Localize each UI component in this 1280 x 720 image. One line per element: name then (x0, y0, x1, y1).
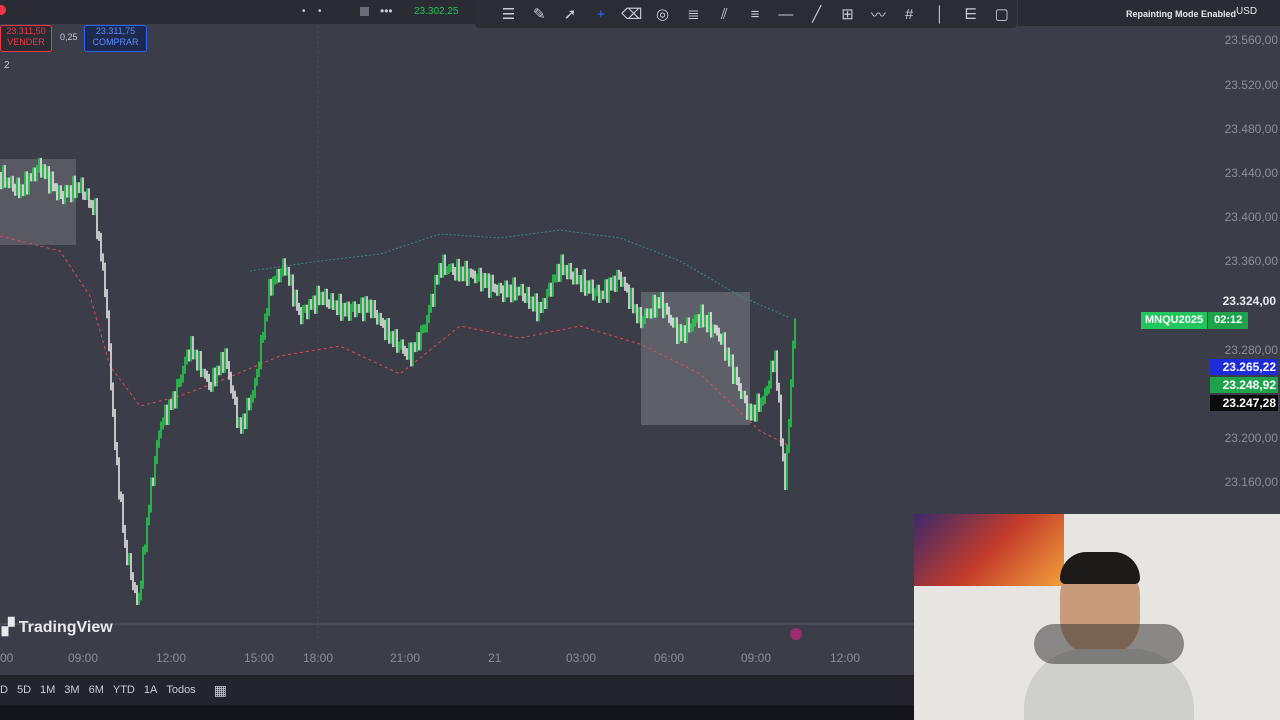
more-icon[interactable]: ••• (380, 4, 393, 18)
dot-menu-1[interactable]: • (302, 6, 306, 17)
time-tick: 12:00 (830, 651, 861, 665)
drawing-toolbar: ☰ ✎ ➚ + ⌫ ◎ ≣ ⫽ ≡ — ╱ ⊞ 〰 # │ ⋿ ▢ (475, 0, 1017, 28)
range-6m[interactable]: 6M (89, 684, 104, 696)
time-tick: 21 (488, 651, 502, 665)
lines-icon[interactable]: ≡ (740, 0, 771, 28)
bottom-strip (0, 705, 914, 720)
time-tick: 18:00 (303, 651, 334, 665)
price-tick: 23.440,00 (1224, 166, 1278, 180)
watermark-text: TradingView (18, 619, 113, 636)
range-1a[interactable]: 1A (144, 684, 157, 696)
live-price: 23.302,25 (414, 6, 459, 17)
time-tick: 00 (0, 651, 14, 665)
fan-icon[interactable]: ⋿ (955, 0, 986, 28)
square-icon[interactable] (360, 7, 369, 16)
level-green-label: 23.248,92 (1210, 377, 1278, 393)
range-ytd[interactable]: YTD (113, 684, 135, 696)
frame-icon[interactable]: ▢ (986, 0, 1017, 28)
repainting-status: Repainting Mode Enabled (1126, 9, 1237, 19)
webcam-poster (914, 514, 1064, 586)
symbol-name: MNQU2025 (1141, 312, 1208, 329)
price-tick: 23.280,00 (1224, 343, 1278, 357)
path-icon[interactable]: 〰 (863, 0, 894, 28)
fib-icon[interactable]: ⫽ (709, 0, 740, 28)
dot-menu-2[interactable]: • (318, 6, 322, 17)
time-tick: 09:00 (68, 651, 99, 665)
time-tick: 09:00 (741, 651, 772, 665)
level-black-label: 23.247,28 (1210, 395, 1278, 411)
hline-icon[interactable]: — (770, 0, 801, 28)
replay-icon[interactable] (790, 628, 802, 640)
currency-label[interactable]: USD (1236, 6, 1257, 17)
time-tick: 15:00 (244, 651, 275, 665)
range-d[interactable]: D (0, 684, 8, 696)
tradingview-watermark: ▞ TradingView (2, 617, 113, 637)
channel-icon[interactable]: ≣ (678, 0, 709, 28)
range-3m[interactable]: 3M (64, 684, 79, 696)
time-tick: 03:00 (566, 651, 597, 665)
price-tick: 23.160,00 (1224, 475, 1278, 489)
level-blue-label: 23.265,22 (1210, 359, 1278, 375)
tradingview-logo-icon: ▞ (2, 619, 19, 636)
person-hair (1060, 552, 1140, 584)
range-todos[interactable]: Todos (166, 684, 195, 696)
range-bar: D 5D 1M 3M 6M YTD 1A Todos ▦ (0, 675, 914, 705)
eraser-icon[interactable]: ⌫ (616, 0, 647, 28)
webcam-overlay (914, 514, 1280, 720)
grid-icon[interactable]: ⊞ (832, 0, 863, 28)
symbol-tag: MNQU2025 02:12 (1141, 312, 1249, 329)
price-tick: 23.400,00 (1224, 210, 1278, 224)
time-tick: 12:00 (156, 651, 187, 665)
price-tick: 23.520,00 (1224, 78, 1278, 92)
gann-icon[interactable]: # (894, 0, 925, 28)
top-right-bar: Repainting Mode Enabled USD (1018, 0, 1280, 26)
trendline-icon[interactable]: ╱ (801, 0, 832, 28)
price-tick: 23.360,00 (1224, 254, 1278, 268)
vline-icon[interactable]: │ (925, 0, 956, 28)
last-price-label: 23.324,00 (1210, 293, 1278, 309)
logo-icon (0, 5, 6, 15)
range-1m[interactable]: 1M (40, 684, 55, 696)
chair (1034, 624, 1184, 664)
time-tick: 06:00 (654, 651, 685, 665)
countdown: 02:12 (1208, 312, 1249, 329)
price-tick: 23.560,00 (1224, 33, 1278, 47)
price-tick: 23.480,00 (1224, 122, 1278, 136)
time-tick: 21:00 (390, 651, 421, 665)
top-bar: • • ••• 23.302,25 (0, 0, 475, 24)
range-5d[interactable]: 5D (17, 684, 31, 696)
list-icon[interactable]: ☰ (493, 0, 524, 28)
pen-icon[interactable]: ✎ (524, 0, 555, 28)
cursor-icon[interactable]: ➚ (555, 0, 586, 28)
calendar-icon[interactable]: ▦ (214, 682, 227, 699)
circle-icon[interactable]: ◎ (647, 0, 678, 28)
price-tick: 23.200,00 (1224, 431, 1278, 445)
crosshair-icon[interactable]: + (585, 0, 616, 28)
